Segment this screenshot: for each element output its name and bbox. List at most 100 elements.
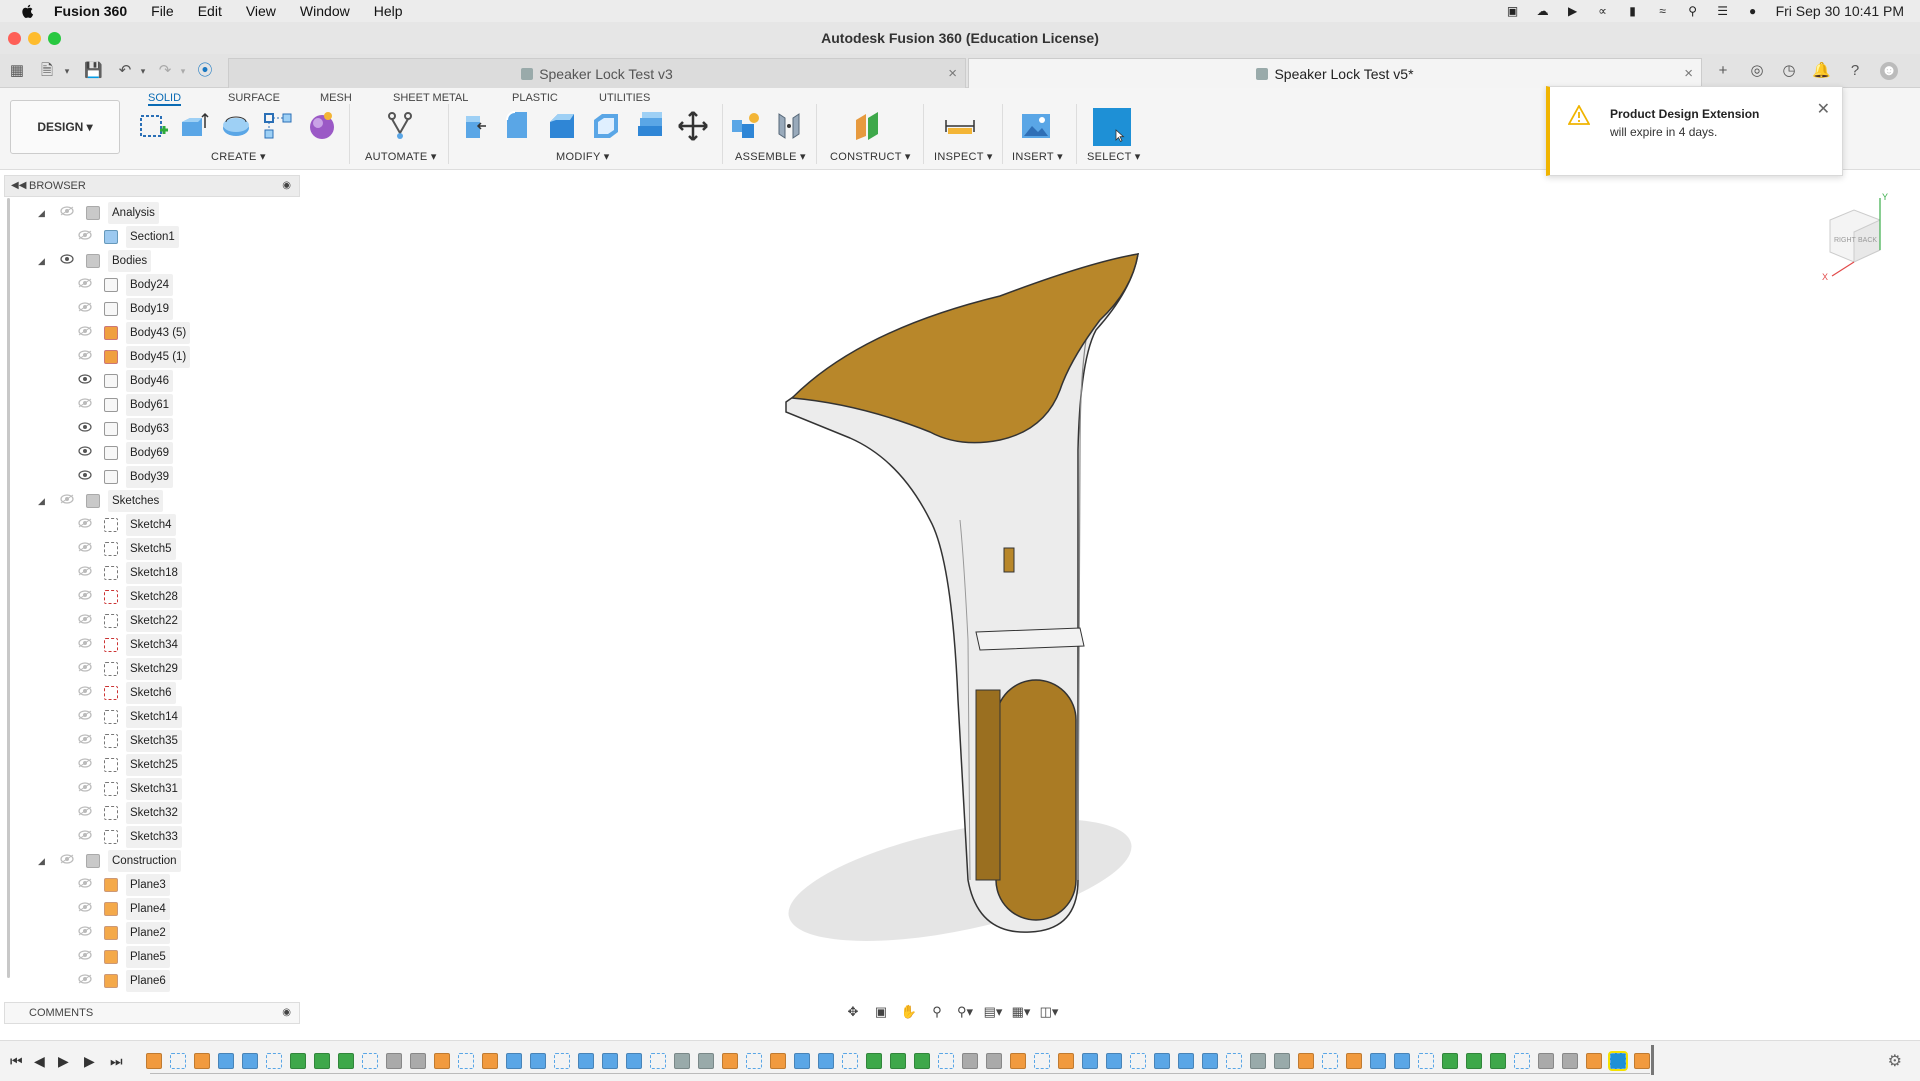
- timeline-feature-icon[interactable]: [1154, 1053, 1170, 1069]
- visibility-eye-icon[interactable]: [78, 394, 104, 416]
- timeline-feature-icon[interactable]: [1418, 1053, 1434, 1069]
- timeline-feature-icon[interactable]: [746, 1053, 762, 1069]
- zoom-window-button[interactable]: [48, 32, 61, 45]
- visibility-eye-icon[interactable]: [78, 922, 104, 944]
- wifi-icon[interactable]: ≈: [1655, 4, 1671, 18]
- menu-edit[interactable]: Edit: [198, 3, 222, 19]
- offset-plane-icon[interactable]: [852, 110, 884, 142]
- timeline-feature-icon[interactable]: [1442, 1053, 1458, 1069]
- timeline-next-icon[interactable]: ▶: [84, 1053, 95, 1070]
- timeline-feature-icon[interactable]: [1082, 1053, 1098, 1069]
- gold-lower-pad[interactable]: [995, 679, 1077, 921]
- timeline-feature-icon[interactable]: [386, 1053, 402, 1069]
- browser-item[interactable]: Sketch28: [78, 586, 182, 608]
- timeline-feature-icon[interactable]: [458, 1053, 474, 1069]
- timeline-feature-icon[interactable]: [962, 1053, 978, 1069]
- timeline-feature-icon[interactable]: [1394, 1053, 1410, 1069]
- timeline-feature-icon[interactable]: [314, 1053, 330, 1069]
- clip-bar[interactable]: [975, 627, 1085, 651]
- timeline-feature-icon[interactable]: [602, 1053, 618, 1069]
- timeline-feature-icon[interactable]: [722, 1053, 738, 1069]
- timeline-feature-icon[interactable]: [578, 1053, 594, 1069]
- timeline-feature-icon[interactable]: [338, 1053, 354, 1069]
- timeline-feature-icon[interactable]: [1346, 1053, 1362, 1069]
- tab-speaker-lock-test-v3[interactable]: Speaker Lock Test v3 ×: [228, 58, 966, 88]
- visibility-eye-icon[interactable]: [78, 562, 104, 584]
- viewcube-back-face[interactable]: BACK: [1858, 237, 1877, 244]
- file-menu-icon[interactable]: 🗎: [38, 62, 56, 80]
- orbit-icon[interactable]: ✥: [842, 1003, 864, 1021]
- job-history-clock-icon[interactable]: ◷: [1780, 62, 1798, 80]
- shell-icon[interactable]: [590, 110, 622, 142]
- apple-logo-icon[interactable]: [20, 3, 36, 19]
- minimize-window-button[interactable]: [28, 32, 41, 45]
- timeline-feature-icon[interactable]: [1058, 1053, 1074, 1069]
- tab-utilities[interactable]: UTILITIES: [599, 90, 650, 106]
- look-at-icon[interactable]: ▣: [870, 1003, 892, 1021]
- browser-item[interactable]: Plane5: [78, 946, 170, 968]
- browser-item[interactable]: Body19: [78, 298, 174, 320]
- job-status-icon[interactable]: ⦿: [196, 62, 214, 80]
- timeline-feature-icon[interactable]: [530, 1053, 546, 1069]
- timeline-feature-icon[interactable]: [1370, 1053, 1386, 1069]
- timeline-feature-icon[interactable]: [1106, 1053, 1122, 1069]
- help-icon[interactable]: ?: [1846, 62, 1864, 80]
- timeline-feature-icon[interactable]: [866, 1053, 882, 1069]
- visibility-eye-icon[interactable]: [78, 226, 104, 248]
- timeline-feature-icon[interactable]: [1226, 1053, 1242, 1069]
- timeline-first-icon[interactable]: ⏮: [10, 1053, 23, 1070]
- timeline-feature-icon[interactable]: [410, 1053, 426, 1069]
- bluetooth-icon[interactable]: ∝: [1595, 4, 1611, 18]
- timeline-feature-icon[interactable]: [674, 1053, 690, 1069]
- visibility-eye-icon[interactable]: [78, 634, 104, 656]
- move-copy-icon[interactable]: [677, 110, 709, 142]
- menu-window[interactable]: Window: [300, 3, 350, 19]
- browser-item[interactable]: Body61: [78, 394, 174, 416]
- visibility-eye-icon[interactable]: [60, 250, 86, 272]
- timeline-feature-icon[interactable]: [1298, 1053, 1314, 1069]
- browser-item[interactable]: Sketch18: [78, 562, 182, 584]
- browser-folder-bodies[interactable]: ◢ Bodies: [38, 250, 152, 272]
- browser-item[interactable]: Sketch4: [78, 514, 176, 536]
- visibility-eye-icon[interactable]: [78, 370, 104, 392]
- expand-triangle-icon[interactable]: ◢: [38, 490, 50, 512]
- timeline-feature-icon[interactable]: [626, 1053, 642, 1069]
- create-sketch-icon[interactable]: [138, 110, 170, 142]
- visibility-eye-icon[interactable]: [60, 490, 86, 512]
- visibility-eye-icon[interactable]: [78, 298, 104, 320]
- timeline-feature-icon[interactable]: [434, 1053, 450, 1069]
- visibility-eye-icon[interactable]: [78, 946, 104, 968]
- timeline-feature-icon[interactable]: [1034, 1053, 1050, 1069]
- spotlight-search-icon[interactable]: ⚲: [1685, 4, 1701, 18]
- browser-folder-sketches[interactable]: ◢ Sketches: [38, 490, 164, 512]
- expand-triangle-icon[interactable]: ◢: [38, 202, 50, 224]
- visibility-eye-icon[interactable]: [78, 826, 104, 848]
- timeline-feature-icon[interactable]: [290, 1053, 306, 1069]
- timeline-feature-icon[interactable]: [1178, 1053, 1194, 1069]
- timeline-feature-icon[interactable]: [698, 1053, 714, 1069]
- creative-cloud-icon[interactable]: ☁: [1535, 4, 1551, 18]
- browser-item[interactable]: Sketch25: [78, 754, 182, 776]
- browser-item[interactable]: Sketch14: [78, 706, 182, 728]
- app-menu[interactable]: Fusion 360: [54, 3, 127, 19]
- timeline-feature-icon[interactable]: [170, 1053, 186, 1069]
- new-component-icon[interactable]: [730, 110, 762, 142]
- timeline-feature-icon[interactable]: [1608, 1051, 1628, 1071]
- browser-item[interactable]: Body24: [78, 274, 174, 296]
- browser-item[interactable]: Plane3: [78, 874, 170, 896]
- timeline-previous-icon[interactable]: ◀: [34, 1053, 45, 1070]
- tab-mesh[interactable]: MESH: [320, 90, 352, 106]
- visibility-eye-icon[interactable]: [78, 898, 104, 920]
- undo-history-chevron-icon[interactable]: ▾: [134, 62, 152, 80]
- timeline-feature-icon[interactable]: [1010, 1053, 1026, 1069]
- redo-history-chevron-icon[interactable]: ▾: [174, 62, 192, 80]
- select-group-label[interactable]: SELECT ▾: [1087, 150, 1141, 163]
- timeline-feature-icon[interactable]: [890, 1053, 906, 1069]
- automate-icon[interactable]: [384, 110, 416, 142]
- browser-item[interactable]: Sketch32: [78, 802, 182, 824]
- browser-item[interactable]: Body39: [78, 466, 174, 488]
- tab-solid[interactable]: SOLID: [148, 90, 182, 106]
- timeline-play-icon[interactable]: ▶: [58, 1053, 69, 1070]
- timeline-feature-icon[interactable]: [1490, 1053, 1506, 1069]
- visibility-eye-icon[interactable]: [78, 706, 104, 728]
